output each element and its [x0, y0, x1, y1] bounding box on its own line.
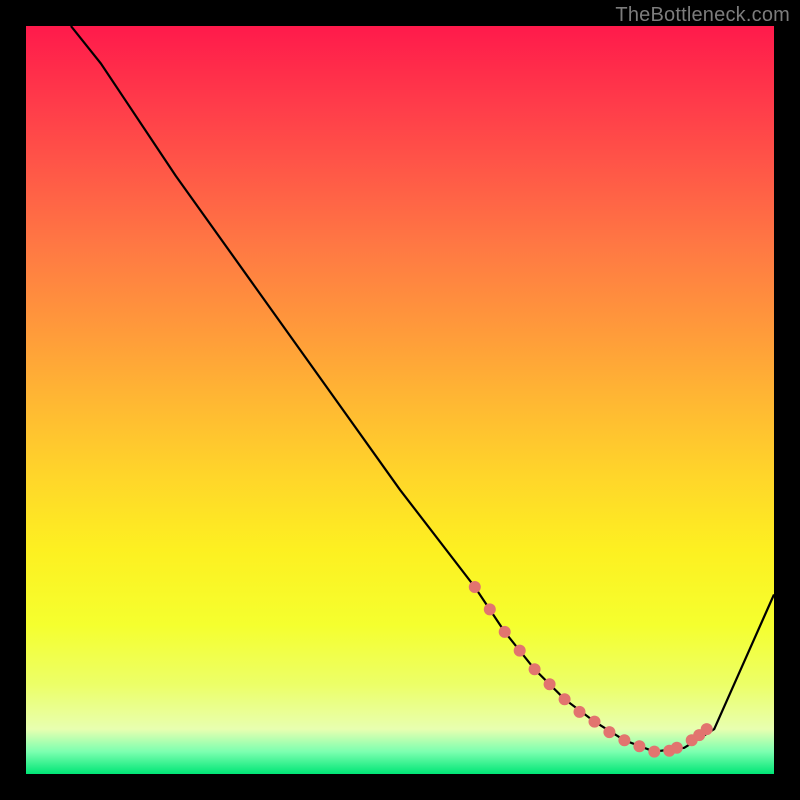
highlight-dot	[484, 603, 496, 615]
curve-layer	[26, 26, 774, 774]
highlight-dot	[499, 626, 511, 638]
bottleneck-curve	[71, 26, 774, 752]
highlight-dot	[544, 678, 556, 690]
highlight-dot	[633, 740, 645, 752]
highlight-dot	[603, 726, 615, 738]
plot-area	[26, 26, 774, 774]
highlight-dot	[701, 723, 713, 735]
highlight-dot	[671, 742, 683, 754]
highlight-dot	[559, 693, 571, 705]
highlight-dots	[469, 581, 713, 758]
watermark-text: TheBottleneck.com	[615, 4, 790, 27]
highlight-dot	[469, 581, 481, 593]
highlight-dot	[648, 746, 660, 758]
highlight-dot	[618, 734, 630, 746]
highlight-dot	[514, 645, 526, 657]
chart-stage: TheBottleneck.com	[0, 0, 800, 800]
highlight-dot	[589, 716, 601, 728]
highlight-dot	[529, 663, 541, 675]
highlight-dot	[574, 706, 586, 718]
